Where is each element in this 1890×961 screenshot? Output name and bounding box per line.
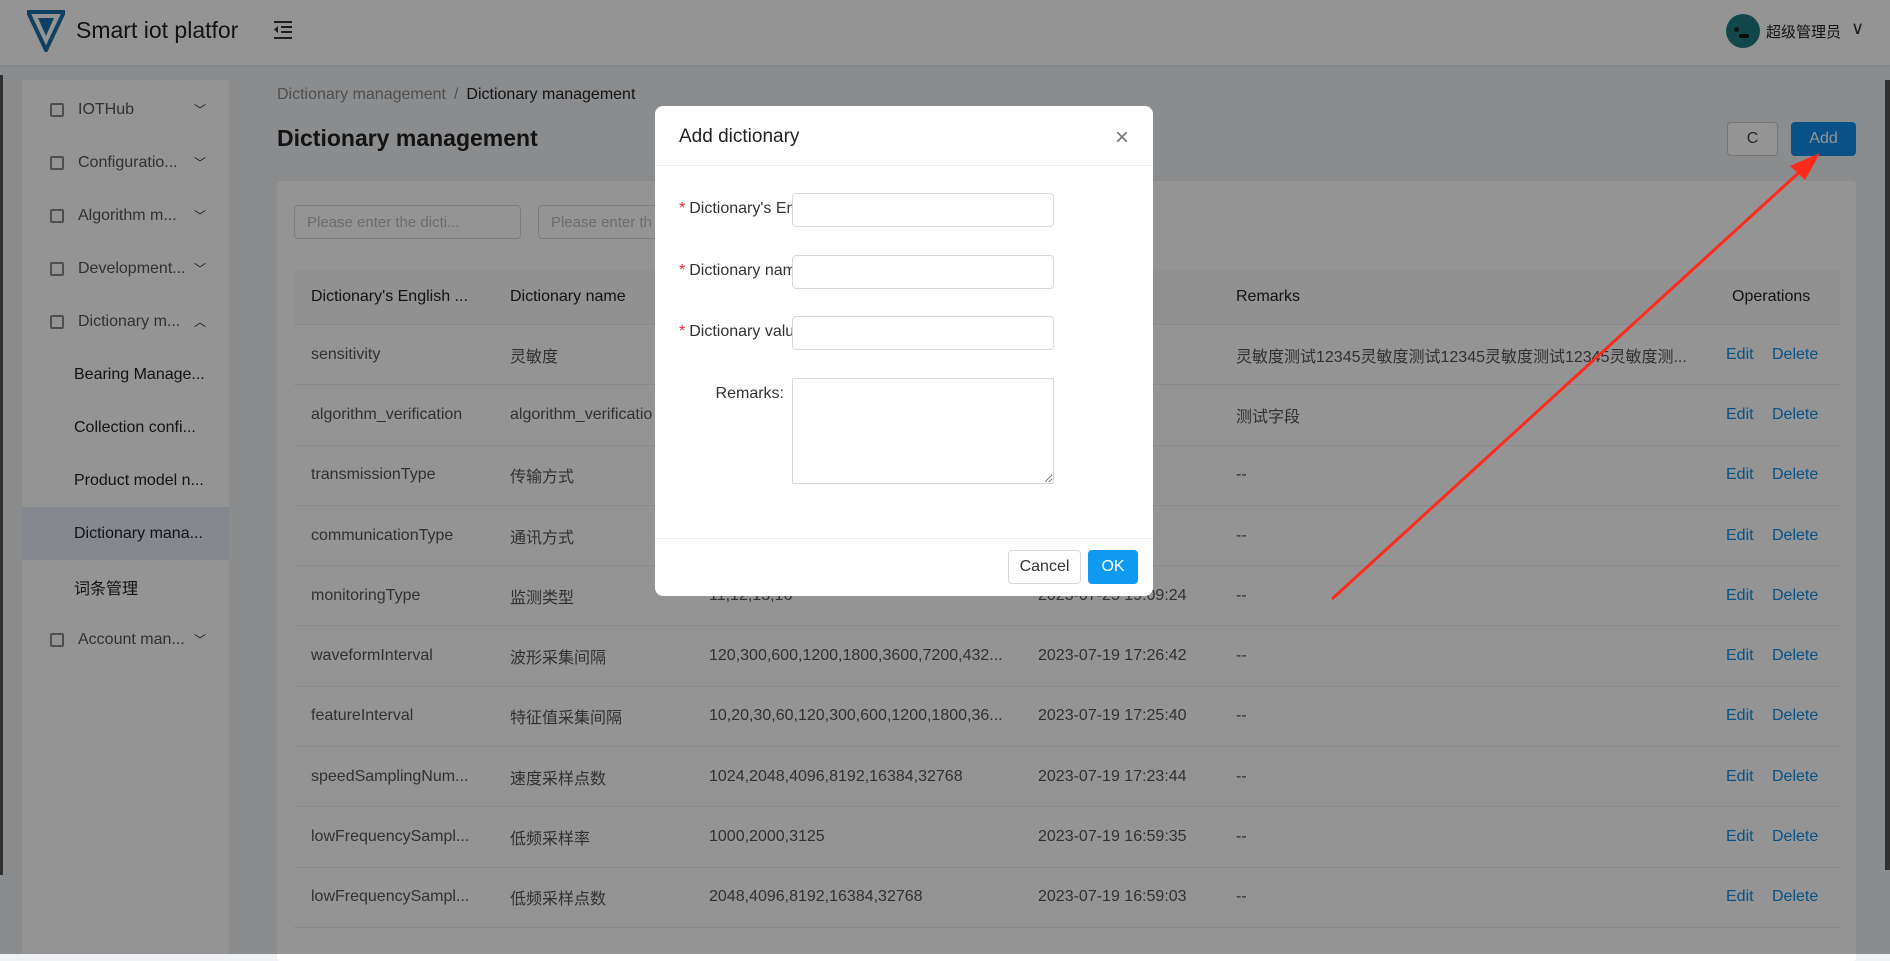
required-mark: * <box>679 262 686 279</box>
dialog-title: Add dictionary <box>679 126 800 147</box>
required-mark: * <box>679 323 686 340</box>
english-name-input[interactable] <box>792 193 1054 227</box>
required-mark: * <box>679 200 686 217</box>
field-label-value: * Dictionary value <box>679 323 792 341</box>
remarks-label: Remarks: <box>715 385 784 402</box>
field-label-english: *Dictionary's Eng <box>679 200 792 218</box>
label-text: Dictionary's Eng <box>689 200 792 217</box>
close-icon[interactable]: × <box>1115 124 1129 152</box>
divider <box>655 165 1153 166</box>
label-text: Dictionary value <box>689 323 792 340</box>
divider <box>655 538 1153 539</box>
add-dictionary-dialog: Add dictionary × *Dictionary's Eng *Dict… <box>655 106 1153 596</box>
field-label-name: *Dictionary name <box>679 262 792 280</box>
dictionary-value-input[interactable] <box>792 316 1054 350</box>
cancel-button[interactable]: Cancel <box>1008 550 1081 584</box>
label-text: Dictionary name <box>689 262 792 279</box>
ok-button[interactable]: OK <box>1088 550 1138 584</box>
dictionary-name-input[interactable] <box>792 255 1054 289</box>
remarks-textarea[interactable] <box>792 378 1054 484</box>
